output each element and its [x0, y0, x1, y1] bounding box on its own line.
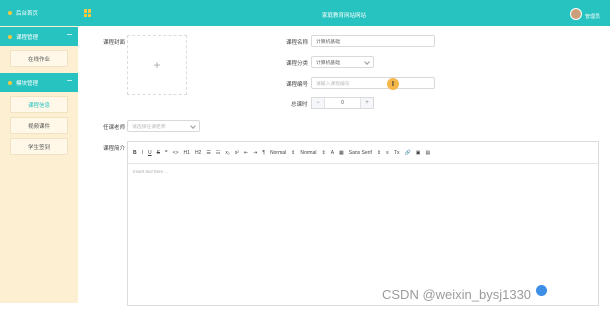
- user-name[interactable]: 管理员: [585, 13, 600, 20]
- sidebar-group-module[interactable]: 模块管理: [0, 73, 78, 92]
- background-color-icon[interactable]: ▦: [339, 150, 344, 156]
- plus-icon: +: [153, 58, 161, 72]
- sidebar-home[interactable]: 后台首页: [0, 0, 78, 26]
- sidebar-home-label: 后台首页: [16, 11, 39, 17]
- video-icon[interactable]: ▤: [426, 150, 431, 156]
- teacher-label: 任课老师: [103, 125, 126, 131]
- subscript-button[interactable]: x₂: [225, 150, 229, 156]
- ordered-list-icon[interactable]: ☰: [206, 150, 210, 156]
- sidebar-item-label: 课程信息: [27, 102, 50, 109]
- home-icon: [8, 11, 12, 15]
- chevron-icon: [67, 80, 72, 81]
- cover-label: 课程封面: [103, 40, 126, 46]
- sidebar-group-label: 课程管理: [16, 34, 39, 41]
- italic-button[interactable]: I: [142, 150, 143, 156]
- course-code-field[interactable]: 请输入课程编号: [311, 77, 435, 89]
- clear-format-icon[interactable]: Tx: [394, 150, 400, 156]
- watermark: CSDN @weixin_bysj1330: [382, 287, 532, 302]
- floating-action-button[interactable]: [536, 285, 547, 296]
- sidebar-item-course-info[interactable]: 课程信息: [10, 96, 68, 113]
- category-value: 计算机基础: [316, 60, 340, 66]
- sidebar-item-label: 视频课件: [27, 123, 50, 130]
- site-title: 家庭教育网站网站: [321, 13, 366, 19]
- outdent-icon[interactable]: ⇤: [244, 150, 248, 156]
- indent-icon[interactable]: ⇥: [253, 150, 257, 156]
- avatar[interactable]: [570, 8, 582, 20]
- code-label: 课程编号: [286, 82, 309, 88]
- chevron-updown-icon: ⇕: [291, 149, 296, 156]
- link-icon[interactable]: 🔗: [405, 150, 411, 156]
- increment-button[interactable]: +: [360, 98, 373, 108]
- hours-value[interactable]: 0: [325, 100, 360, 106]
- font-select[interactable]: Sans Serif: [349, 150, 372, 156]
- strike-button[interactable]: S: [157, 150, 160, 156]
- h2-button[interactable]: H2: [195, 150, 201, 156]
- sidebar-group-course[interactable]: 课程管理: [0, 27, 78, 46]
- image-icon[interactable]: ▣: [416, 150, 421, 156]
- sidebar-item-video[interactable]: 视频课件: [10, 117, 68, 134]
- category-label: 课程分类: [286, 61, 309, 67]
- chevron-updown-icon: ⇕: [321, 149, 326, 156]
- rich-text-editor[interactable]: B I U S ❞ <> H1 H2 ☰ ☷ x₂ x² ⇤ ⇥ ¶ Norma…: [127, 141, 599, 306]
- sidebar-item-homework[interactable]: 在线作业: [10, 50, 68, 67]
- hours-stepper[interactable]: − 0 +: [311, 97, 374, 109]
- chevron-down-icon: [364, 59, 370, 65]
- folder-icon: [8, 34, 12, 39]
- h1-button[interactable]: H1: [184, 150, 190, 156]
- sidebar-item-checkin[interactable]: 学生签到: [10, 138, 68, 155]
- chevron-down-icon: [190, 123, 196, 129]
- text-cursor-icon: I: [387, 78, 399, 90]
- hours-label: 总课时: [291, 102, 308, 108]
- header-select[interactable]: Normal: [300, 150, 316, 156]
- category-select[interactable]: 计算机基础: [311, 56, 374, 68]
- teacher-select[interactable]: 请选择任课老师: [127, 120, 200, 132]
- bullet-list-icon[interactable]: ☷: [216, 150, 220, 156]
- quote-button[interactable]: ❞: [165, 150, 168, 156]
- sidebar-group-label: 模块管理: [16, 80, 39, 87]
- sidebar-item-label: 在线作业: [27, 56, 50, 63]
- name-label: 课程名称: [286, 40, 309, 46]
- code-button[interactable]: <>: [173, 150, 179, 156]
- top-header: 家庭教育网站网站 管理员: [78, 0, 610, 26]
- chevron-updown-icon: ⇕: [376, 149, 382, 156]
- direction-icon[interactable]: ¶: [262, 150, 265, 156]
- sidebar-item-label: 学生签到: [27, 144, 50, 151]
- teacher-placeholder: 请选择任课老师: [132, 124, 166, 130]
- course-name-field[interactable]: 计算机基础: [311, 35, 435, 47]
- editor-toolbar: B I U S ❞ <> H1 H2 ☰ ☷ x₂ x² ⇤ ⇥ ¶ Norma…: [128, 142, 598, 164]
- cover-upload[interactable]: +: [127, 35, 187, 95]
- align-icon[interactable]: ≡: [386, 150, 389, 156]
- superscript-button[interactable]: x²: [235, 150, 239, 156]
- font-color-icon[interactable]: A: [331, 150, 334, 156]
- chevron-icon: [67, 34, 72, 35]
- underline-button[interactable]: U: [148, 150, 152, 156]
- decrement-button[interactable]: −: [312, 98, 325, 108]
- folder-icon: [8, 80, 12, 85]
- intro-label: 课程简介: [103, 146, 126, 152]
- bold-button[interactable]: B: [133, 150, 137, 156]
- size-select[interactable]: Normal: [270, 150, 286, 156]
- editor-body[interactable]: Insert text here ...: [128, 164, 598, 179]
- sidebar: 后台首页 课程管理 在线作业 模块管理 课程信息 视频课件 学生签到: [0, 0, 78, 303]
